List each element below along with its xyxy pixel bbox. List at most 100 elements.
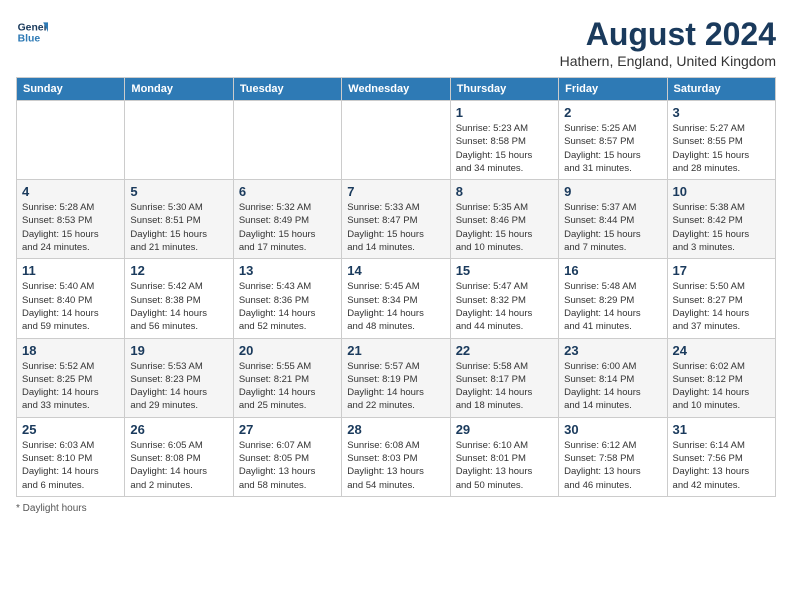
calendar-week-row-1: 1 Sunrise: 5:23 AM Sunset: 8:58 PM Daylig… bbox=[17, 101, 776, 180]
day-number: 31 bbox=[673, 422, 770, 437]
day-number: 5 bbox=[130, 184, 227, 199]
calendar-cell: 4 Sunrise: 5:28 AM Sunset: 8:53 PM Daylig… bbox=[17, 180, 125, 259]
calendar-cell: 1 Sunrise: 5:23 AM Sunset: 8:58 PM Daylig… bbox=[450, 101, 558, 180]
calendar-cell: 11 Sunrise: 5:40 AM Sunset: 8:40 PM Dayli… bbox=[17, 259, 125, 338]
calendar-cell bbox=[17, 101, 125, 180]
day-number: 18 bbox=[22, 343, 119, 358]
day-number: 21 bbox=[347, 343, 444, 358]
day-info: Sunrise: 5:48 AM Sunset: 8:29 PM Dayligh… bbox=[564, 280, 661, 333]
svg-text:Blue: Blue bbox=[18, 34, 41, 45]
day-info: Sunrise: 6:02 AM Sunset: 8:12 PM Dayligh… bbox=[673, 360, 770, 413]
calendar-header-sunday: Sunday bbox=[17, 78, 125, 101]
calendar-week-row-2: 4 Sunrise: 5:28 AM Sunset: 8:53 PM Daylig… bbox=[17, 180, 776, 259]
day-number: 26 bbox=[130, 422, 227, 437]
calendar-cell: 5 Sunrise: 5:30 AM Sunset: 8:51 PM Daylig… bbox=[125, 180, 233, 259]
calendar-header-wednesday: Wednesday bbox=[342, 78, 450, 101]
day-info: Sunrise: 5:58 AM Sunset: 8:17 PM Dayligh… bbox=[456, 360, 553, 413]
calendar-cell: 10Sunrise: 5:38 AM Sunset: 8:42 PM Dayli… bbox=[667, 180, 775, 259]
day-number: 3 bbox=[673, 105, 770, 120]
day-number: 15 bbox=[456, 263, 553, 278]
calendar-cell: 27Sunrise: 6:07 AM Sunset: 8:05 PM Dayli… bbox=[233, 417, 341, 496]
day-info: Sunrise: 5:35 AM Sunset: 8:46 PM Dayligh… bbox=[456, 201, 553, 254]
title-block: August 2024 Hathern, England, United Kin… bbox=[560, 16, 776, 69]
day-info: Sunrise: 6:14 AM Sunset: 7:56 PM Dayligh… bbox=[673, 439, 770, 492]
day-info: Sunrise: 5:57 AM Sunset: 8:19 PM Dayligh… bbox=[347, 360, 444, 413]
day-info: Sunrise: 5:25 AM Sunset: 8:57 PM Dayligh… bbox=[564, 122, 661, 175]
calendar-cell: 14Sunrise: 5:45 AM Sunset: 8:34 PM Dayli… bbox=[342, 259, 450, 338]
calendar-cell: 25Sunrise: 6:03 AM Sunset: 8:10 PM Dayli… bbox=[17, 417, 125, 496]
calendar-cell bbox=[342, 101, 450, 180]
day-number: 8 bbox=[456, 184, 553, 199]
calendar-cell bbox=[233, 101, 341, 180]
calendar-table: SundayMondayTuesdayWednesdayThursdayFrid… bbox=[16, 77, 776, 497]
calendar-cell: 28 Sunrise: 6:08 AM Sunset: 8:03 PM Dayli… bbox=[342, 417, 450, 496]
calendar-cell: 15 Sunrise: 5:47 AM Sunset: 8:32 PM Dayli… bbox=[450, 259, 558, 338]
calendar-cell: 17 Sunrise: 5:50 AM Sunset: 8:27 PM Dayli… bbox=[667, 259, 775, 338]
day-info: Sunrise: 5:52 AM Sunset: 8:25 PM Dayligh… bbox=[22, 360, 119, 413]
day-number: 28 bbox=[347, 422, 444, 437]
day-info: Sunrise: 6:08 AM Sunset: 8:03 PM Dayligh… bbox=[347, 439, 444, 492]
calendar-cell: 23Sunrise: 6:00 AM Sunset: 8:14 PM Dayli… bbox=[559, 338, 667, 417]
calendar-cell: 7Sunrise: 5:33 AM Sunset: 8:47 PM Daylig… bbox=[342, 180, 450, 259]
calendar-cell: 13Sunrise: 5:43 AM Sunset: 8:36 PM Dayli… bbox=[233, 259, 341, 338]
calendar-header-row: SundayMondayTuesdayWednesdayThursdayFrid… bbox=[17, 78, 776, 101]
calendar-cell: 6Sunrise: 5:32 AM Sunset: 8:49 PM Daylig… bbox=[233, 180, 341, 259]
day-info: Sunrise: 5:45 AM Sunset: 8:34 PM Dayligh… bbox=[347, 280, 444, 333]
day-info: Sunrise: 5:30 AM Sunset: 8:51 PM Dayligh… bbox=[130, 201, 227, 254]
day-number: 17 bbox=[673, 263, 770, 278]
day-info: Sunrise: 5:23 AM Sunset: 8:58 PM Dayligh… bbox=[456, 122, 553, 175]
calendar-cell: 31 Sunrise: 6:14 AM Sunset: 7:56 PM Dayli… bbox=[667, 417, 775, 496]
day-number: 2 bbox=[564, 105, 661, 120]
location: Hathern, England, United Kingdom bbox=[560, 53, 776, 69]
day-info: Sunrise: 6:05 AM Sunset: 8:08 PM Dayligh… bbox=[130, 439, 227, 492]
day-info: Sunrise: 6:10 AM Sunset: 8:01 PM Dayligh… bbox=[456, 439, 553, 492]
day-info: Sunrise: 5:47 AM Sunset: 8:32 PM Dayligh… bbox=[456, 280, 553, 333]
calendar-header-thursday: Thursday bbox=[450, 78, 558, 101]
day-number: 22 bbox=[456, 343, 553, 358]
day-info: Sunrise: 6:12 AM Sunset: 7:58 PM Dayligh… bbox=[564, 439, 661, 492]
calendar-cell: 12Sunrise: 5:42 AM Sunset: 8:38 PM Dayli… bbox=[125, 259, 233, 338]
footer-note: * Daylight hours bbox=[16, 503, 776, 514]
calendar-cell: 30 Sunrise: 6:12 AM Sunset: 7:58 PM Dayli… bbox=[559, 417, 667, 496]
day-info: Sunrise: 5:50 AM Sunset: 8:27 PM Dayligh… bbox=[673, 280, 770, 333]
calendar-cell: 26 Sunrise: 6:05 AM Sunset: 8:08 PM Dayli… bbox=[125, 417, 233, 496]
calendar-cell: 16Sunrise: 5:48 AM Sunset: 8:29 PM Dayli… bbox=[559, 259, 667, 338]
day-number: 25 bbox=[22, 422, 119, 437]
day-info: Sunrise: 5:33 AM Sunset: 8:47 PM Dayligh… bbox=[347, 201, 444, 254]
logo: General Blue bbox=[16, 16, 48, 48]
day-info: Sunrise: 5:42 AM Sunset: 8:38 PM Dayligh… bbox=[130, 280, 227, 333]
day-number: 11 bbox=[22, 263, 119, 278]
month-title: August 2024 bbox=[560, 16, 776, 53]
calendar-cell bbox=[125, 101, 233, 180]
calendar-week-row-5: 25Sunrise: 6:03 AM Sunset: 8:10 PM Dayli… bbox=[17, 417, 776, 496]
day-info: Sunrise: 5:53 AM Sunset: 8:23 PM Dayligh… bbox=[130, 360, 227, 413]
page-header: General Blue August 2024 Hathern, Englan… bbox=[16, 16, 776, 69]
day-info: Sunrise: 5:32 AM Sunset: 8:49 PM Dayligh… bbox=[239, 201, 336, 254]
calendar-cell: 24 Sunrise: 6:02 AM Sunset: 8:12 PM Dayli… bbox=[667, 338, 775, 417]
calendar-cell: 2 Sunrise: 5:25 AM Sunset: 8:57 PM Daylig… bbox=[559, 101, 667, 180]
day-info: Sunrise: 5:37 AM Sunset: 8:44 PM Dayligh… bbox=[564, 201, 661, 254]
calendar-cell: 9Sunrise: 5:37 AM Sunset: 8:44 PM Daylig… bbox=[559, 180, 667, 259]
day-info: Sunrise: 6:07 AM Sunset: 8:05 PM Dayligh… bbox=[239, 439, 336, 492]
calendar-header-friday: Friday bbox=[559, 78, 667, 101]
calendar-header-monday: Monday bbox=[125, 78, 233, 101]
calendar-cell: 21 Sunrise: 5:57 AM Sunset: 8:19 PM Dayli… bbox=[342, 338, 450, 417]
day-info: Sunrise: 5:40 AM Sunset: 8:40 PM Dayligh… bbox=[22, 280, 119, 333]
logo-icon: General Blue bbox=[16, 16, 48, 48]
day-info: Sunrise: 5:27 AM Sunset: 8:55 PM Dayligh… bbox=[673, 122, 770, 175]
calendar-cell: 18 Sunrise: 5:52 AM Sunset: 8:25 PM Dayli… bbox=[17, 338, 125, 417]
calendar-week-row-4: 18 Sunrise: 5:52 AM Sunset: 8:25 PM Dayli… bbox=[17, 338, 776, 417]
day-number: 1 bbox=[456, 105, 553, 120]
calendar-cell: 19Sunrise: 5:53 AM Sunset: 8:23 PM Dayli… bbox=[125, 338, 233, 417]
day-info: Sunrise: 5:55 AM Sunset: 8:21 PM Dayligh… bbox=[239, 360, 336, 413]
day-info: Sunrise: 5:38 AM Sunset: 8:42 PM Dayligh… bbox=[673, 201, 770, 254]
calendar-cell: 29Sunrise: 6:10 AM Sunset: 8:01 PM Dayli… bbox=[450, 417, 558, 496]
day-info: Sunrise: 5:28 AM Sunset: 8:53 PM Dayligh… bbox=[22, 201, 119, 254]
day-number: 24 bbox=[673, 343, 770, 358]
day-number: 4 bbox=[22, 184, 119, 199]
day-number: 20 bbox=[239, 343, 336, 358]
day-number: 30 bbox=[564, 422, 661, 437]
svg-text:General: General bbox=[18, 22, 48, 33]
calendar-cell: 8 Sunrise: 5:35 AM Sunset: 8:46 PM Daylig… bbox=[450, 180, 558, 259]
day-number: 13 bbox=[239, 263, 336, 278]
